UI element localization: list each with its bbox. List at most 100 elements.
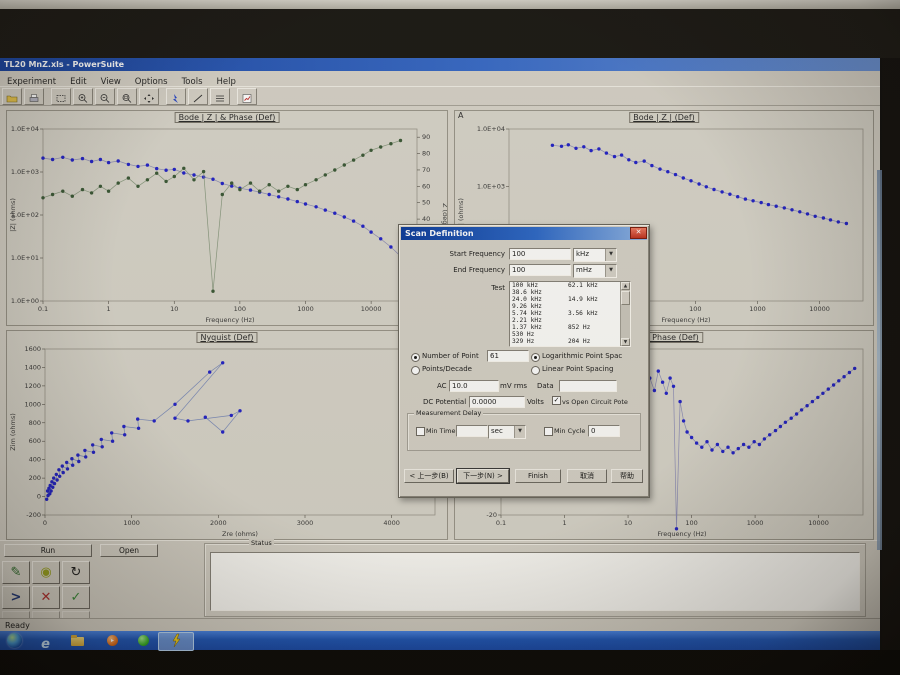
svg-text:1200: 1200 [24,382,41,390]
target-icon[interactable]: ◉ [32,561,60,584]
svg-text:1.0E+04: 1.0E+04 [477,125,505,133]
points-per-decade-radio[interactable] [411,366,420,375]
start-frequency-unit-select[interactable]: kHz ▼ [573,248,617,262]
chart-title[interactable]: Bode | Z | (Def) [629,112,699,123]
cancel-button[interactable]: 取消 [567,469,607,483]
log-spacing-radio[interactable] [531,353,540,362]
zoom-in-icon[interactable] [73,88,93,105]
finish-button[interactable]: Finish [515,469,561,483]
test-list-row[interactable]: 9.26 kHz [510,303,630,310]
min-cycle-input[interactable]: 0 [588,425,620,437]
open-button[interactable]: Open [100,544,158,557]
test-list-row[interactable]: 24.0 kHz 14.9 kHz [510,296,630,303]
dc-potential-input[interactable]: 0.0000 [469,396,525,408]
svg-text:Frequency (Hz): Frequency (Hz) [661,316,710,324]
back-button[interactable]: < 上一步(B) [404,469,454,483]
explorer-folder-icon[interactable] [70,633,85,648]
linear-spacing-radio[interactable] [531,366,540,375]
min-cycle-checkbox[interactable] [544,427,553,436]
min-time-checkbox[interactable] [416,427,425,436]
status-bar: Ready [0,618,880,631]
test-frequency-list[interactable]: 100 kHz 62.1 kHz 38.6 kHz 24.0 kHz 14.9 kHz 9… [509,281,631,347]
scroll-down-icon[interactable]: ▼ [621,338,630,346]
loop-icon[interactable]: ↻ [62,561,90,584]
test-list-row[interactable]: 530 Hz [510,331,630,338]
chart-title[interactable]: Bode | Z | & Phase (Def) [174,112,280,123]
select-rect-icon[interactable] [51,88,71,105]
open-icon[interactable] [2,88,22,105]
scroll-up-icon[interactable]: ▲ [621,282,630,290]
list-scrollbar[interactable]: ▲ ▼ [620,282,630,346]
monitor-bezel-bottom [0,650,900,675]
browser-icon[interactable]: e [38,633,53,652]
data-input[interactable] [559,380,617,392]
end-frequency-unit-select[interactable]: mHz ▼ [573,264,617,278]
chart-title[interactable]: Nyquist (Def) [196,332,258,343]
close-icon[interactable]: ✕ [630,227,647,239]
run-button[interactable]: Run [4,544,92,557]
vs-open-circuit-checkbox[interactable]: ✓ [552,396,561,405]
zoom-window-icon[interactable] [117,88,137,105]
start-frequency-input[interactable]: 100 [509,248,571,260]
svg-text:600: 600 [29,437,41,445]
min-time-label: Min Time [426,427,456,435]
green-app-icon[interactable] [136,633,151,648]
toolbar [0,86,880,106]
data-list-icon[interactable] [210,88,230,105]
measurement-delay-group: Measurement Delay Min Time sec ▼ Min Cycl… [407,409,641,451]
help-button[interactable]: 帮助 [611,469,643,483]
svg-text:90: 90 [422,133,430,141]
svg-text:50: 50 [422,199,430,207]
report-icon[interactable] [237,88,257,105]
powersuite-taskbar-button[interactable] [158,632,194,651]
min-time-unit-select[interactable]: sec ▼ [488,425,526,439]
status-group: Status [204,539,866,617]
status-group-label: Status [249,539,274,547]
lightning-icon [172,633,181,648]
test-list-row[interactable]: 38.6 kHz [510,289,630,296]
media-player-icon[interactable]: ▸ [105,633,120,648]
svg-text:10000: 10000 [361,305,382,313]
svg-text:Frequency (Hz): Frequency (Hz) [205,316,254,324]
test-list-row[interactable]: 2.21 kHz [510,317,630,324]
test-list-row[interactable]: 100 kHz 62.1 kHz [510,282,630,289]
menu-bar: Experiment Edit View Options Tools Help [0,71,880,87]
svg-text:40: 40 [422,215,430,223]
number-of-point-input[interactable]: 61 [487,350,529,362]
probe-icon[interactable] [166,88,186,105]
ac-unit-label: mV rms [500,382,528,390]
accept-icon[interactable]: ✓ [62,586,90,609]
chevron-down-icon[interactable]: ▼ [605,265,616,277]
line-tool-icon[interactable] [188,88,208,105]
svg-text:60: 60 [422,182,430,190]
pan-icon[interactable] [139,88,159,105]
svg-text:3000: 3000 [297,519,314,527]
svg-text:1000: 1000 [24,400,41,408]
svg-text:0: 0 [43,519,47,527]
chart-plot-nyquist: 0 1000 2000 3000 400016001400120010008006004… [9,345,436,538]
svg-text:100: 100 [689,305,701,313]
next-button[interactable]: 下一步(N) > [456,468,510,484]
end-frequency-label: End Frequency [453,266,505,274]
svg-text:2000: 2000 [210,519,227,527]
svg-text:1.0E+04: 1.0E+04 [11,125,39,133]
chevron-down-icon[interactable]: ▼ [514,426,525,438]
svg-text:1: 1 [562,519,566,527]
zoom-out-icon[interactable] [95,88,115,105]
test-list-row[interactable]: 5.74 kHz 3.56 kHz [510,310,630,317]
print-icon[interactable] [24,88,44,105]
step-icon[interactable]: > [2,586,30,609]
start-button-icon[interactable] [7,633,22,648]
min-time-input[interactable] [456,425,488,437]
test-list-row[interactable]: 329 Hz 204 Hz [510,338,630,345]
svg-text:10: 10 [170,305,178,313]
ac-amplitude-input[interactable]: 10.0 [449,380,499,392]
number-of-point-radio[interactable] [411,353,420,362]
test-list-row[interactable]: 1.37 kHz 852 Hz [510,324,630,331]
chevron-down-icon[interactable]: ▼ [605,249,616,261]
abort-icon[interactable]: ✕ [32,586,60,609]
scroll-thumb[interactable] [621,291,630,305]
dialog-title[interactable]: Scan Definition [401,227,647,240]
end-frequency-input[interactable]: 100 [509,264,571,276]
edit-experiment-icon[interactable]: ✎ [2,561,30,584]
